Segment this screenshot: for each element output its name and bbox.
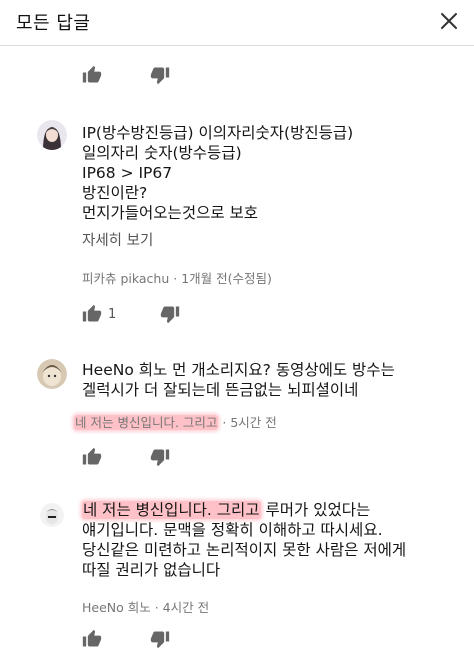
thumbs-up-icon xyxy=(82,65,102,83)
comment-line: 얘기입니다. 문맥을 정확히 이해하고 따시세요. xyxy=(82,521,383,539)
comment-line: IP68 > IP67 xyxy=(82,164,173,182)
comment-line: 네 저는 병신입니다. 그리고 루머가 있었다는 xyxy=(82,501,371,519)
avatar[interactable] xyxy=(37,120,67,150)
comment-line: HeeNo 희노 먼 개소리지요? 동영상에도 방수는 xyxy=(82,361,395,379)
like-count: 1 xyxy=(108,306,117,322)
comment-body: HeeNo 희노 먼 개소리지요? 동영상에도 방수는 겔럭시가 더 잘되는데 … xyxy=(82,360,395,400)
thumbs-down-icon xyxy=(160,306,180,324)
highlighted-text: 네 저는 병신입니다. 그리고 xyxy=(74,415,219,430)
comment-meta: 피카츄 pikachu · 1개월 전(수정됨) xyxy=(82,271,272,286)
thumbs-up-icon xyxy=(82,629,102,647)
close-icon xyxy=(441,13,457,29)
like-button[interactable] xyxy=(80,303,104,325)
header: 모든 답글 xyxy=(0,0,474,46)
comment-line: 겔럭시가 더 잘되는데 뜬금없는 뇌피셜이네 xyxy=(82,381,359,399)
action-bar xyxy=(80,628,172,650)
comment-meta: HeeNo 희노 · 4시간 전 xyxy=(82,600,210,615)
comment-body: 네 저는 병신입니다. 그리고 루머가 있었다는 얘기입니다. 문맥을 정확히 … xyxy=(82,500,406,580)
thumbs-up-icon xyxy=(82,304,102,322)
dislike-button[interactable] xyxy=(158,303,182,325)
thumbs-down-icon xyxy=(150,67,170,85)
like-button[interactable] xyxy=(80,64,104,86)
dislike-button[interactable] xyxy=(148,64,172,86)
comment-line: 일의자리 숫자(방수등급) xyxy=(82,144,242,162)
action-bar xyxy=(80,64,172,86)
page-title: 모든 답글 xyxy=(16,13,91,34)
highlighted-text: 네 저는 병신입니다. 그리고 xyxy=(82,501,261,519)
comment-line: 따질 권리가 없습니다 xyxy=(82,561,221,579)
comment-meta: 네 저는 병신입니다. 그리고 · 5시간 전 xyxy=(74,412,277,431)
dislike-button[interactable] xyxy=(148,446,172,468)
like-button[interactable] xyxy=(80,628,104,650)
comment-line: 당신같은 미련하고 논리적이지 못한 사람은 저에게 xyxy=(82,541,407,559)
action-bar: 1 xyxy=(80,303,182,325)
like-button[interactable] xyxy=(80,446,104,468)
close-button[interactable] xyxy=(434,6,464,36)
thumbs-down-icon xyxy=(150,449,170,467)
comment-line: 방진이란? xyxy=(82,184,148,202)
avatar[interactable] xyxy=(37,359,67,389)
comment-body: IP(방수방진등급) 이의자리숫자(방진등급) 일의자리 숫자(방수등급) IP… xyxy=(82,123,353,223)
comment-line: 먼지가들어오는것으로 보호 xyxy=(82,204,259,222)
comment-time: · 5시간 전 xyxy=(218,415,277,430)
dislike-button[interactable] xyxy=(148,628,172,650)
thumbs-down-icon xyxy=(150,631,170,649)
read-more-link[interactable]: 자세히 보기 xyxy=(82,229,153,250)
avatar[interactable] xyxy=(40,503,64,527)
action-bar xyxy=(80,446,172,468)
comment-line: IP(방수방진등급) 이의자리숫자(방진등급) xyxy=(82,124,354,142)
thumbs-up-icon xyxy=(82,447,102,465)
